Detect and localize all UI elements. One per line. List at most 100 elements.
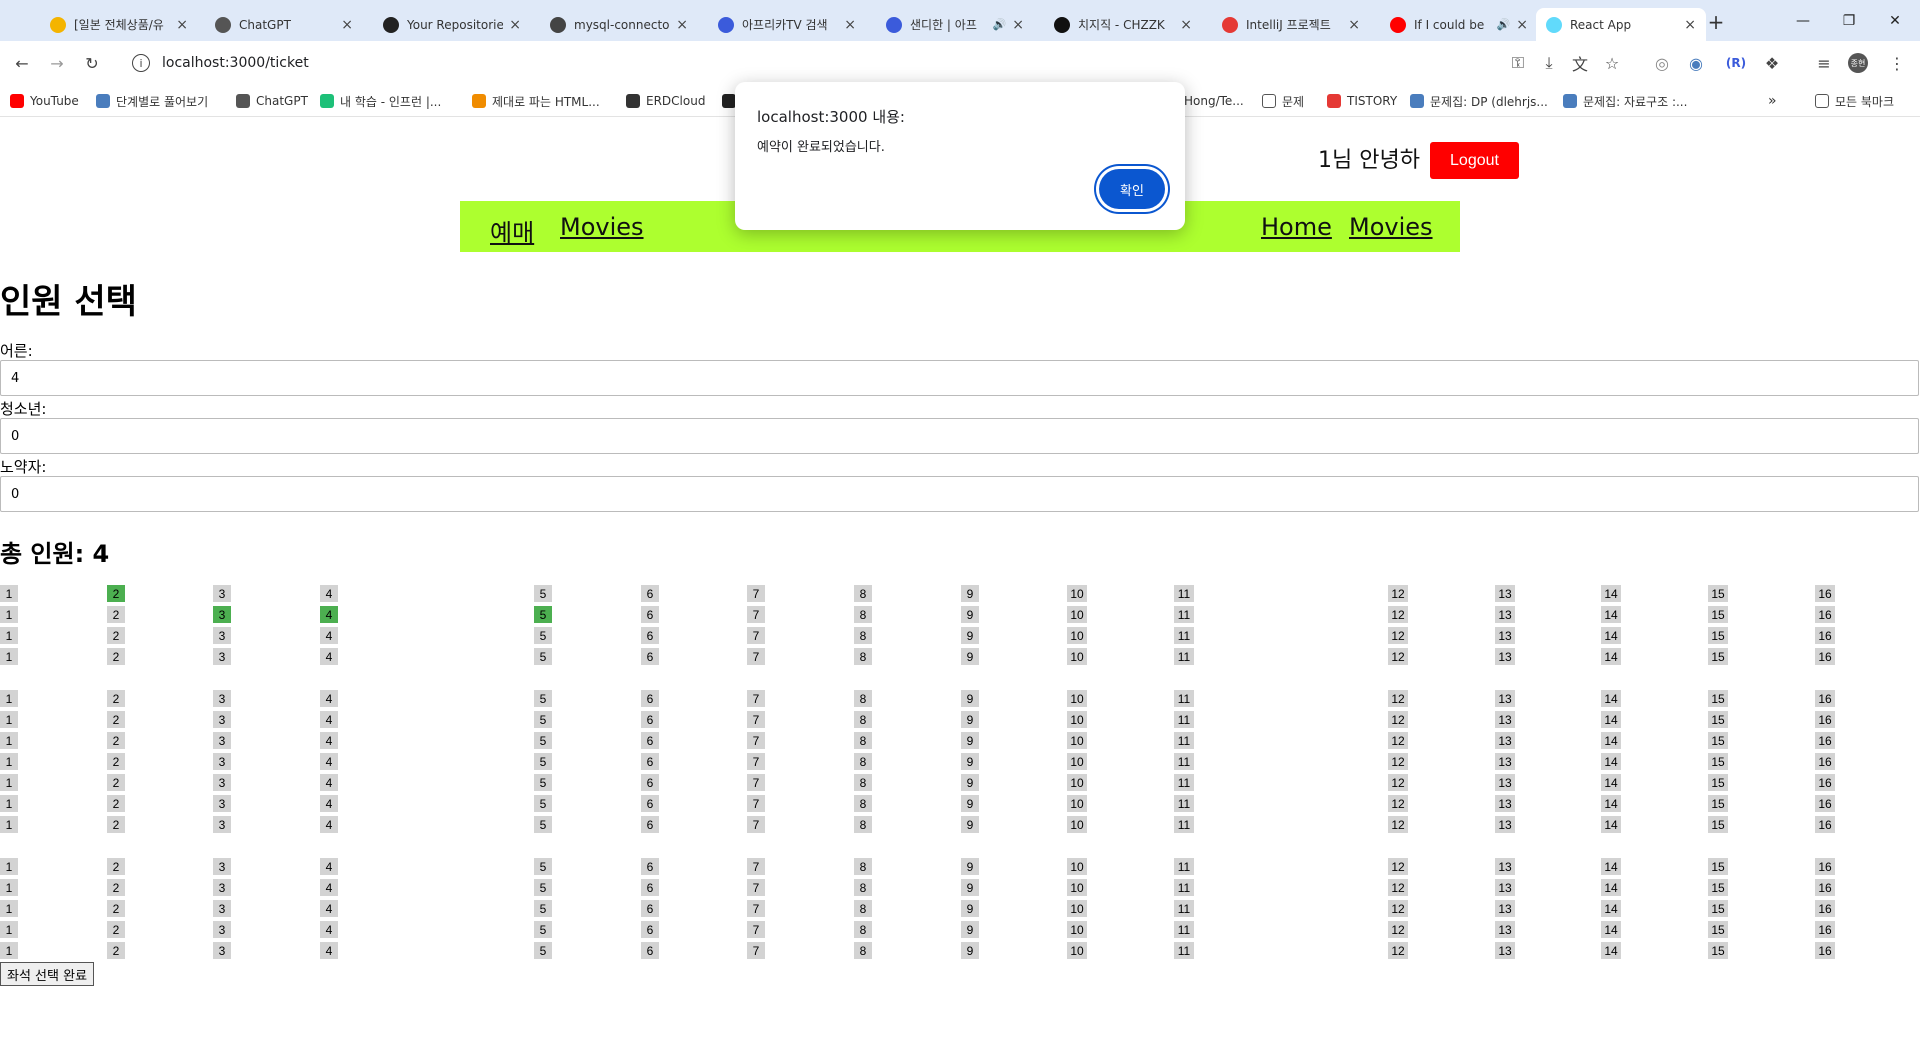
seat-button[interactable]: 8 bbox=[854, 753, 872, 770]
seat-button[interactable]: 8 bbox=[854, 900, 872, 917]
seat-button[interactable]: 7 bbox=[747, 732, 765, 749]
seat-button[interactable]: 9 bbox=[961, 648, 979, 665]
seat-button[interactable]: 3 bbox=[213, 900, 231, 917]
seat-button[interactable]: 14 bbox=[1601, 879, 1621, 896]
seat-button[interactable]: 8 bbox=[854, 942, 872, 959]
seat-button[interactable]: 5 bbox=[534, 711, 552, 728]
seat-button[interactable]: 1 bbox=[0, 942, 18, 959]
seat-button[interactable]: 3 bbox=[213, 795, 231, 812]
tab-close-icon[interactable]: × bbox=[1516, 17, 1528, 33]
seat-button[interactable]: 8 bbox=[854, 858, 872, 875]
seat-button[interactable]: 11 bbox=[1174, 585, 1194, 602]
seat-button[interactable]: 7 bbox=[747, 585, 765, 602]
seat-button[interactable]: 10 bbox=[1067, 606, 1087, 623]
seat-button[interactable]: 2 bbox=[107, 900, 125, 917]
seat-button[interactable]: 12 bbox=[1388, 753, 1408, 770]
seat-button[interactable]: 14 bbox=[1601, 690, 1621, 707]
menu-kebab-icon[interactable]: ⋮ bbox=[1885, 51, 1909, 75]
seat-button[interactable]: 3 bbox=[213, 921, 231, 938]
seat-button[interactable]: 7 bbox=[747, 774, 765, 791]
seat-button[interactable]: 13 bbox=[1495, 816, 1515, 833]
seat-button[interactable]: 6 bbox=[641, 942, 659, 959]
seat-button[interactable]: 15 bbox=[1708, 816, 1728, 833]
seat-button[interactable]: 12 bbox=[1388, 900, 1408, 917]
seat-button[interactable]: 6 bbox=[641, 690, 659, 707]
seat-button[interactable]: 4 bbox=[320, 690, 338, 707]
bookmark-item[interactable]: ERDCloud bbox=[626, 92, 705, 110]
all-bookmarks-folder[interactable]: 모든 북마크 bbox=[1815, 92, 1894, 110]
browser-tab[interactable]: 아프리카TV 검색 × bbox=[708, 8, 866, 41]
tab-close-icon[interactable]: × bbox=[509, 17, 521, 33]
bookmark-item[interactable]: ChatGPT bbox=[236, 92, 308, 110]
seat-button[interactable]: 13 bbox=[1495, 711, 1515, 728]
tab-close-icon[interactable]: × bbox=[1684, 17, 1696, 33]
seat-button[interactable]: 14 bbox=[1601, 753, 1621, 770]
seat-button[interactable]: 2 bbox=[107, 690, 125, 707]
seat-button[interactable]: 2 bbox=[107, 858, 125, 875]
senior-input[interactable]: 0 bbox=[0, 476, 1919, 512]
seat-button[interactable]: 11 bbox=[1174, 732, 1194, 749]
seat-button[interactable]: 15 bbox=[1708, 711, 1728, 728]
seat-button[interactable]: 13 bbox=[1495, 648, 1515, 665]
seat-button[interactable]: 5 bbox=[534, 795, 552, 812]
seat-button[interactable]: 3 bbox=[213, 816, 231, 833]
seat-button[interactable]: 3 bbox=[213, 732, 231, 749]
seat-button[interactable]: 2 bbox=[107, 732, 125, 749]
seat-button[interactable]: 4 bbox=[320, 942, 338, 959]
tab-close-icon[interactable]: × bbox=[1180, 17, 1192, 33]
seat-button[interactable]: 3 bbox=[213, 879, 231, 896]
tab-audio-icon[interactable]: 🔊 bbox=[993, 18, 1007, 31]
adult-input[interactable]: 4 bbox=[0, 360, 1919, 396]
seat-button[interactable]: 5 bbox=[534, 753, 552, 770]
seat-button[interactable]: 14 bbox=[1601, 795, 1621, 812]
seat-button[interactable]: 1 bbox=[0, 921, 18, 938]
install-app-icon[interactable]: ⤓ bbox=[1537, 51, 1561, 75]
seat-button[interactable]: 9 bbox=[961, 690, 979, 707]
seat-button[interactable]: 9 bbox=[961, 795, 979, 812]
seat-button[interactable]: 1 bbox=[0, 690, 18, 707]
seat-button[interactable]: 14 bbox=[1601, 774, 1621, 791]
seat-button[interactable]: 10 bbox=[1067, 858, 1087, 875]
seat-button[interactable]: 7 bbox=[747, 690, 765, 707]
tab-close-icon[interactable]: × bbox=[1012, 17, 1024, 33]
seat-button[interactable]: 14 bbox=[1601, 711, 1621, 728]
seat-button[interactable]: 14 bbox=[1601, 900, 1621, 917]
tab-close-icon[interactable]: × bbox=[676, 17, 688, 33]
reload-icon[interactable]: ↻ bbox=[80, 51, 104, 75]
nav-link-movies-right[interactable]: Movies bbox=[1349, 213, 1433, 241]
complete-seat-selection-button[interactable]: 좌석 선택 완료 bbox=[0, 962, 95, 986]
seat-button[interactable]: 12 bbox=[1388, 774, 1408, 791]
seat-button[interactable]: 16 bbox=[1815, 816, 1835, 833]
seat-button[interactable]: 10 bbox=[1067, 942, 1087, 959]
globe-extension-icon[interactable]: ◎ bbox=[1650, 51, 1674, 75]
password-key-icon[interactable]: ⚿ bbox=[1506, 51, 1530, 75]
seat-button[interactable]: 1 bbox=[0, 732, 18, 749]
seat-button[interactable]: 8 bbox=[854, 774, 872, 791]
seat-button[interactable]: 16 bbox=[1815, 858, 1835, 875]
seat-button[interactable]: 12 bbox=[1388, 606, 1408, 623]
seat-button[interactable]: 6 bbox=[641, 711, 659, 728]
seat-button[interactable]: 1 bbox=[0, 900, 18, 917]
seat-button[interactable]: 6 bbox=[641, 648, 659, 665]
seat-button[interactable]: 15 bbox=[1708, 942, 1728, 959]
seat-button[interactable]: 12 bbox=[1388, 858, 1408, 875]
seat-button[interactable]: 3 bbox=[213, 606, 231, 623]
seat-button[interactable]: 8 bbox=[854, 879, 872, 896]
seat-button[interactable]: 2 bbox=[107, 606, 125, 623]
seat-button[interactable]: 13 bbox=[1495, 942, 1515, 959]
seat-button[interactable]: 6 bbox=[641, 774, 659, 791]
seat-button[interactable]: 11 bbox=[1174, 753, 1194, 770]
seat-button[interactable]: 10 bbox=[1067, 774, 1087, 791]
seat-button[interactable]: 8 bbox=[854, 732, 872, 749]
seat-button[interactable]: 9 bbox=[961, 606, 979, 623]
tab-close-icon[interactable]: × bbox=[176, 17, 188, 33]
seat-button[interactable]: 7 bbox=[747, 921, 765, 938]
seat-button[interactable]: 11 bbox=[1174, 921, 1194, 938]
seat-button[interactable]: 14 bbox=[1601, 648, 1621, 665]
seat-button[interactable]: 5 bbox=[534, 816, 552, 833]
seat-button[interactable]: 5 bbox=[534, 627, 552, 644]
seat-button[interactable]: 14 bbox=[1601, 858, 1621, 875]
seat-button[interactable]: 16 bbox=[1815, 585, 1835, 602]
seat-button[interactable]: 4 bbox=[320, 606, 338, 623]
seat-button[interactable]: 15 bbox=[1708, 774, 1728, 791]
